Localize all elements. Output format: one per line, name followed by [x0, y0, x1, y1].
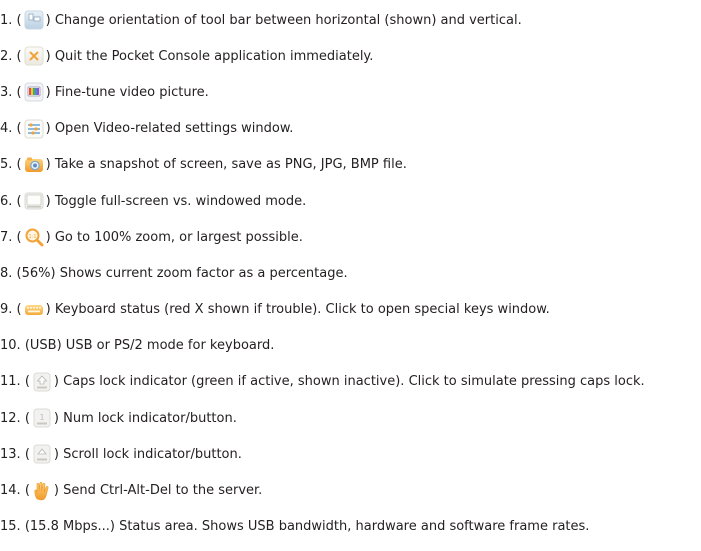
- camera-icon: [24, 155, 44, 175]
- list-item: 10. (USB) USB or PS/2 mode for keyboard.: [0, 328, 701, 364]
- item-number: 12.: [0, 410, 21, 426]
- item-description: ) Num lock indicator/button.: [53, 410, 237, 426]
- keyboard-icon: [24, 300, 44, 320]
- svg-text:1: 1: [39, 413, 44, 422]
- item-number: 3.: [0, 84, 13, 100]
- item-code: (56%): [16, 265, 56, 281]
- item-number: 9.: [0, 302, 13, 318]
- zoom-icon: 1:1: [24, 227, 44, 247]
- item-number: 7.: [0, 229, 13, 245]
- ctrl-alt-del-hand-icon: [32, 481, 52, 501]
- item-number: 4.: [0, 121, 13, 137]
- item-code: (USB): [24, 338, 62, 354]
- open-paren: (: [16, 229, 22, 245]
- item-description: ) Take a snapshot of screen, save as PNG…: [45, 157, 407, 173]
- item-description: ) Scroll lock indicator/button.: [53, 446, 242, 462]
- item-number: 15.: [0, 519, 21, 535]
- list-item: 6. ( ) Toggle full-screen vs. windowed mo…: [0, 183, 701, 219]
- item-description: ) Toggle full-screen vs. windowed mode.: [45, 193, 307, 209]
- open-paren: (: [16, 193, 22, 209]
- item-description: USB or PS/2 mode for keyboard.: [61, 338, 275, 354]
- svg-text:1:1: 1:1: [28, 234, 36, 240]
- caps-lock-icon: [32, 372, 52, 392]
- item-description: ) Fine-tune video picture.: [45, 84, 209, 100]
- item-description: Status area. Shows USB bandwidth, hardwa…: [114, 519, 590, 535]
- open-paren: (: [16, 157, 22, 173]
- item-number: 10.: [0, 338, 21, 354]
- item-number: 8.: [0, 265, 13, 281]
- list-item: 3. ( ) Fine-tune video picture.: [0, 74, 701, 110]
- list-item: 13. ( ) Scroll lock indicator/button.: [0, 436, 701, 472]
- item-number: 2.: [0, 48, 13, 64]
- fullscreen-icon: [24, 191, 44, 211]
- list-item: 9. ( ) Keyboard status (red X shown if tr…: [0, 292, 701, 328]
- num-lock-icon: 1: [32, 408, 52, 428]
- open-paren: (: [24, 446, 30, 462]
- item-description: ) Caps lock indicator (green if active, …: [53, 374, 645, 390]
- open-paren: (: [24, 410, 30, 426]
- item-number: 13.: [0, 446, 21, 462]
- item-description: ) Quit the Pocket Console application im…: [45, 48, 374, 64]
- list-item: 14. ( ) Send Ctrl-Alt-Del to the server.: [0, 472, 701, 508]
- item-number: 11.: [0, 374, 21, 390]
- open-paren: (: [16, 121, 22, 137]
- list-item: 15. (15.8 Mbps...) Status area. Shows US…: [0, 509, 701, 545]
- open-paren: (: [16, 302, 22, 318]
- quit-icon: [24, 46, 44, 66]
- list-item: 5. ( ) Take a snapshot of screen, save as…: [0, 147, 701, 183]
- scroll-lock-icon: [32, 444, 52, 464]
- open-paren: (: [24, 374, 30, 390]
- list-item: 12. (1 ) Num lock indicator/button.: [0, 400, 701, 436]
- item-number: 5.: [0, 157, 13, 173]
- list-item: 1. ( ) Change orientation of tool bar bet…: [0, 2, 701, 38]
- picture-adjust-icon: [24, 82, 44, 102]
- item-number: 1.: [0, 12, 13, 28]
- item-number: 14.: [0, 483, 21, 499]
- item-description: ) Open Video-related settings window.: [45, 121, 294, 137]
- open-paren: (: [24, 483, 30, 499]
- list-item: 8. (56%) Shows current zoom factor as a …: [0, 255, 701, 291]
- video-settings-icon: [24, 119, 44, 139]
- item-description: Shows current zoom factor as a percentag…: [55, 265, 348, 281]
- item-number: 6.: [0, 193, 13, 209]
- item-description: ) Keyboard status (red X shown if troubl…: [45, 302, 550, 318]
- item-description: ) Send Ctrl-Alt-Del to the server.: [53, 483, 263, 499]
- list-item: 2. ( ) Quit the Pocket Console applicatio…: [0, 38, 701, 74]
- open-paren: (: [16, 84, 22, 100]
- item-description: ) Go to 100% zoom, or largest possible.: [45, 229, 303, 245]
- list-item: 7. (1:1 ) Go to 100% zoom, or largest pos…: [0, 219, 701, 255]
- open-paren: (: [16, 12, 22, 28]
- orientation-icon: [24, 10, 44, 30]
- list-item: 4. ( ) Open Video-related settings window…: [0, 111, 701, 147]
- feature-list: 1. ( ) Change orientation of tool bar bet…: [0, 2, 701, 545]
- open-paren: (: [16, 48, 22, 64]
- item-description: ) Change orientation of tool bar between…: [45, 12, 522, 28]
- item-code: (15.8 Mbps...): [24, 519, 115, 535]
- list-item: 11. ( ) Caps lock indicator (green if act…: [0, 364, 701, 400]
